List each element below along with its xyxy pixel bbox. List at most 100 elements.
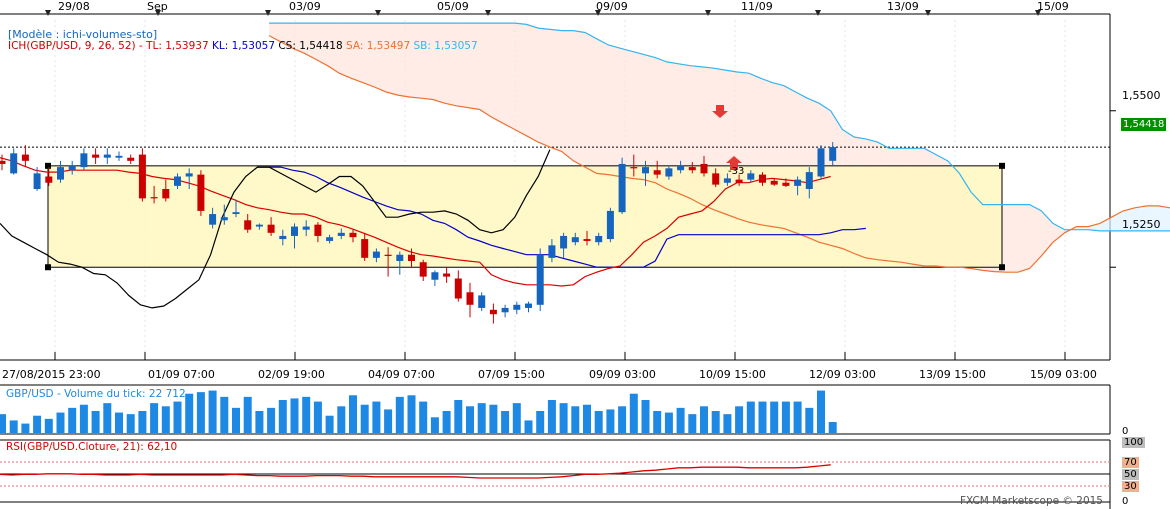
volume-bar: [781, 401, 790, 433]
volume-bar: [290, 398, 299, 433]
cloud-segment: [549, 29, 562, 152]
candle-body: [396, 254, 404, 261]
volume-bar: [337, 406, 346, 433]
top-tick-marker: [705, 10, 711, 16]
candle-body: [302, 226, 310, 230]
volume-bar: [711, 411, 720, 433]
candle-body: [829, 147, 837, 161]
candle-body: [162, 189, 170, 199]
candle-body: [536, 254, 544, 305]
top-tick-marker: [485, 10, 491, 16]
volume-bar: [185, 393, 194, 433]
candle-body: [384, 254, 392, 256]
volume-bar: [267, 407, 276, 433]
volume-bar: [723, 414, 732, 433]
candle-body: [489, 309, 497, 315]
candle-body: [21, 154, 29, 161]
volume-bar: [232, 407, 240, 433]
candle-body: [80, 153, 88, 168]
candle-body: [349, 232, 357, 238]
candle-body: [408, 254, 415, 261]
volume-bar: [372, 401, 381, 433]
cloud-segment: [538, 28, 550, 148]
volume-bar: [44, 418, 53, 433]
cloud-segment: [468, 23, 480, 110]
volume-bar: [208, 390, 217, 433]
volume-bar: [828, 422, 837, 433]
candle-body: [209, 214, 217, 225]
bottom-date-label: 27/08/2015 23:00: [2, 368, 101, 381]
bottom-date-label: 04/09 07:00: [368, 368, 435, 381]
candle-body: [677, 165, 685, 171]
candle-body: [735, 179, 743, 183]
cloud-segment: [573, 30, 585, 168]
volume-bar: [618, 406, 627, 433]
cloud-segment: [608, 45, 621, 177]
cloud-segment: [1006, 204, 1018, 273]
bottom-date-label: 13/09 15:00: [919, 368, 986, 381]
candle-body: [501, 307, 509, 313]
price-ticks: [1110, 110, 1116, 268]
cloud-segment: [514, 23, 527, 136]
candle-body: [431, 272, 439, 280]
volume-bar: [477, 403, 486, 433]
volume-bar: [220, 396, 229, 433]
volume-bar: [395, 396, 404, 433]
candle-body: [33, 173, 41, 189]
candle-body: [525, 303, 532, 308]
candle-body: [337, 232, 345, 236]
volume-bar: [0, 414, 6, 433]
volume-bar: [255, 411, 264, 433]
ichimoku-legend-cs: CS: 1,54418: [278, 40, 343, 52]
cloud-segment: [561, 30, 574, 161]
volume-bar: [173, 401, 182, 433]
bottom-date-label: 01/09 07:00: [148, 368, 215, 381]
last-price-tag: 1,54418: [1121, 118, 1167, 131]
volume-bar: [430, 417, 439, 433]
volume-bar: [606, 409, 615, 433]
candle-body: [747, 173, 755, 180]
rsi-axis-label-100: 100: [1122, 437, 1146, 448]
top-date-label: 03/09: [289, 0, 321, 13]
cloud-segment: [421, 23, 433, 100]
candle-body: [595, 235, 603, 243]
rectangle-handle: [999, 264, 1005, 271]
candle-body: [560, 235, 568, 249]
bottom-date-label: 02/09 19:00: [258, 368, 325, 381]
volume-bar: [196, 392, 205, 433]
volume-bar: [442, 411, 451, 433]
candle-body: [782, 182, 790, 186]
candle-body: [92, 154, 100, 158]
candle-body: [665, 168, 673, 177]
candle-body: [372, 251, 380, 258]
candle-body: [642, 167, 649, 174]
volume-bar: [161, 406, 170, 433]
volume-bar: [9, 420, 18, 433]
rsi-axis-label-0: 0: [1122, 496, 1129, 507]
candle-body: [45, 176, 53, 183]
candle-body: [326, 237, 334, 241]
volume-bar: [278, 400, 287, 433]
volume-bar: [583, 404, 591, 433]
volume-bar: [641, 400, 650, 433]
volume-bar: [79, 404, 88, 433]
volume-bar: [302, 396, 311, 433]
candle-body: [10, 153, 18, 174]
ichimoku-legend: ICH(GBP/USD, 9, 26, 52) - TL: 1,53937 KL…: [8, 40, 478, 52]
volume-bar: [325, 415, 334, 433]
volume-bar: [407, 395, 416, 433]
volume-bar: [384, 409, 393, 433]
top-tick-marker: [45, 10, 51, 16]
candle-body: [115, 155, 123, 158]
candle-body: [805, 172, 813, 189]
cloud-segment: [432, 23, 445, 104]
volume-bar: [56, 412, 65, 433]
range-rectangle[interactable]: [47, 165, 1003, 268]
candle-body: [712, 173, 720, 185]
bottom-date-label: 10/09 15:00: [699, 368, 766, 381]
rsi-line: [0, 464, 831, 479]
rsi-axis-label-30: 30: [1122, 481, 1139, 492]
cloud-segment: [503, 23, 515, 130]
volume-bar: [489, 404, 498, 433]
volume-bar: [243, 396, 252, 433]
